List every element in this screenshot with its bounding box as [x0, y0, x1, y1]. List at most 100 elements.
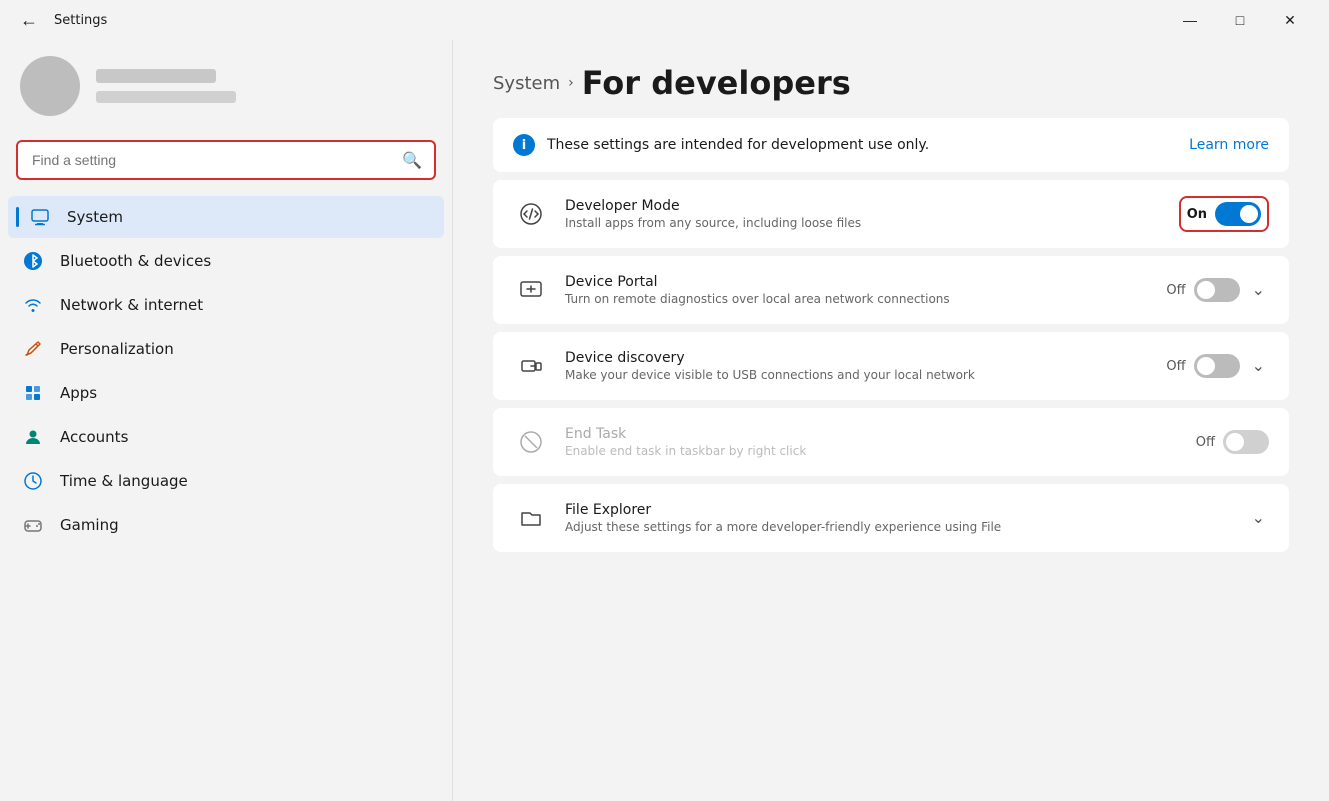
developer-mode-info: Developer Mode Install apps from any sou… — [565, 198, 1163, 230]
end-task-card: End Task Enable end task in taskbar by r… — [493, 408, 1289, 476]
developer-mode-row: Developer Mode Install apps from any sou… — [493, 180, 1289, 248]
bluetooth-icon — [22, 250, 44, 272]
learn-more-link[interactable]: Learn more — [1189, 137, 1269, 153]
close-button[interactable]: ✕ — [1267, 4, 1313, 36]
network-icon — [22, 294, 44, 316]
info-icon: i — [513, 134, 535, 156]
end-task-row: End Task Enable end task in taskbar by r… — [493, 408, 1289, 476]
sidebar-item-time-label: Time & language — [60, 472, 188, 490]
file-explorer-desc: Adjust these settings for a more develop… — [565, 520, 1232, 534]
sidebar: 🔍 System — [0, 40, 453, 801]
window-controls: — □ ✕ — [1167, 4, 1313, 36]
device-discovery-toggle[interactable] — [1194, 354, 1240, 378]
main-layout: 🔍 System — [0, 40, 1329, 801]
end-task-control: Off — [1196, 430, 1269, 454]
sidebar-item-system-label: System — [67, 208, 123, 226]
sidebar-item-accounts[interactable]: Accounts — [8, 416, 444, 458]
file-explorer-icon — [513, 500, 549, 536]
time-icon — [22, 470, 44, 492]
device-portal-state-label: Off — [1166, 283, 1185, 298]
device-discovery-chevron[interactable]: ⌄ — [1248, 352, 1269, 380]
end-task-label: End Task — [565, 426, 1180, 442]
search-icon: 🔍 — [402, 151, 422, 170]
sidebar-item-bluetooth-label: Bluetooth & devices — [60, 252, 211, 270]
accounts-icon — [22, 426, 44, 448]
file-explorer-control: ⌄ — [1248, 504, 1269, 532]
sidebar-item-system[interactable]: System — [8, 196, 444, 238]
title-bar: ← Settings — □ ✕ — [0, 0, 1329, 40]
device-discovery-desc: Make your device visible to USB connecti… — [565, 368, 1150, 382]
maximize-button[interactable]: □ — [1217, 4, 1263, 36]
device-portal-info: Device Portal Turn on remote diagnostics… — [565, 274, 1150, 306]
end-task-info: End Task Enable end task in taskbar by r… — [565, 426, 1180, 458]
title-bar-left: ← Settings — [16, 6, 107, 35]
sidebar-item-accounts-label: Accounts — [60, 428, 128, 446]
search-container: 🔍 — [16, 140, 436, 180]
sidebar-item-network-label: Network & internet — [60, 296, 203, 314]
gaming-icon — [22, 514, 44, 536]
search-input[interactable] — [18, 142, 434, 178]
profile-name-placeholder — [96, 69, 216, 83]
page-title: For developers — [582, 64, 851, 102]
developer-mode-card: Developer Mode Install apps from any sou… — [493, 180, 1289, 248]
profile-section — [0, 40, 452, 132]
system-icon — [29, 206, 51, 228]
profile-text — [96, 69, 236, 103]
minimize-button[interactable]: — — [1167, 4, 1213, 36]
end-task-toggle — [1223, 430, 1269, 454]
device-portal-label: Device Portal — [565, 274, 1150, 290]
sidebar-item-bluetooth[interactable]: Bluetooth & devices — [8, 240, 444, 282]
file-explorer-label: File Explorer — [565, 502, 1232, 518]
file-explorer-card: File Explorer Adjust these settings for … — [493, 484, 1289, 552]
sidebar-item-apps-label: Apps — [60, 384, 97, 402]
info-banner-left: i These settings are intended for develo… — [513, 134, 929, 156]
device-discovery-card: Device discovery Make your device visibl… — [493, 332, 1289, 400]
device-discovery-icon — [513, 348, 549, 384]
back-button[interactable]: ← — [16, 6, 42, 35]
file-explorer-row: File Explorer Adjust these settings for … — [493, 484, 1289, 552]
breadcrumb-chevron: › — [568, 75, 574, 91]
main-content: System › For developers i These settings… — [453, 40, 1329, 801]
sidebar-item-apps[interactable]: Apps — [8, 372, 444, 414]
developer-mode-label: Developer Mode — [565, 198, 1163, 214]
info-banner-text: These settings are intended for developm… — [547, 137, 929, 153]
developer-mode-icon — [513, 196, 549, 232]
breadcrumb-parent[interactable]: System — [493, 73, 560, 94]
profile-email-placeholder — [96, 91, 236, 103]
device-portal-toggle[interactable] — [1194, 278, 1240, 302]
sidebar-item-gaming-label: Gaming — [60, 516, 119, 534]
sidebar-item-time[interactable]: Time & language — [8, 460, 444, 502]
developer-mode-state-label: On — [1187, 207, 1207, 222]
end-task-desc: Enable end task in taskbar by right clic… — [565, 444, 1180, 458]
developer-mode-toggle[interactable] — [1215, 202, 1261, 226]
device-portal-desc: Turn on remote diagnostics over local ar… — [565, 292, 1150, 306]
apps-icon — [22, 382, 44, 404]
end-task-icon — [513, 424, 549, 460]
sidebar-item-gaming[interactable]: Gaming — [8, 504, 444, 546]
device-discovery-control: Off ⌄ — [1166, 352, 1269, 380]
device-portal-row: Device Portal Turn on remote diagnostics… — [493, 256, 1289, 324]
device-discovery-state-label: Off — [1166, 359, 1185, 374]
device-discovery-row: Device discovery Make your device visibl… — [493, 332, 1289, 400]
device-discovery-info: Device discovery Make your device visibl… — [565, 350, 1150, 382]
sidebar-item-network[interactable]: Network & internet — [8, 284, 444, 326]
developer-mode-control: On — [1179, 196, 1269, 232]
sidebar-nav: System Bluetooth & devices — [0, 192, 452, 550]
developer-mode-desc: Install apps from any source, including … — [565, 216, 1163, 230]
file-explorer-info: File Explorer Adjust these settings for … — [565, 502, 1232, 534]
device-portal-card: Device Portal Turn on remote diagnostics… — [493, 256, 1289, 324]
window-title: Settings — [54, 13, 107, 28]
breadcrumb: System › For developers — [493, 64, 1289, 102]
active-indicator — [16, 207, 19, 227]
device-discovery-label: Device discovery — [565, 350, 1150, 366]
avatar — [20, 56, 80, 116]
personalization-icon — [22, 338, 44, 360]
device-portal-chevron[interactable]: ⌄ — [1248, 276, 1269, 304]
end-task-state-label: Off — [1196, 435, 1215, 450]
device-portal-icon — [513, 272, 549, 308]
info-banner: i These settings are intended for develo… — [493, 118, 1289, 172]
device-portal-control: Off ⌄ — [1166, 276, 1269, 304]
file-explorer-chevron[interactable]: ⌄ — [1248, 504, 1269, 532]
sidebar-item-personalization[interactable]: Personalization — [8, 328, 444, 370]
sidebar-item-personalization-label: Personalization — [60, 340, 174, 358]
